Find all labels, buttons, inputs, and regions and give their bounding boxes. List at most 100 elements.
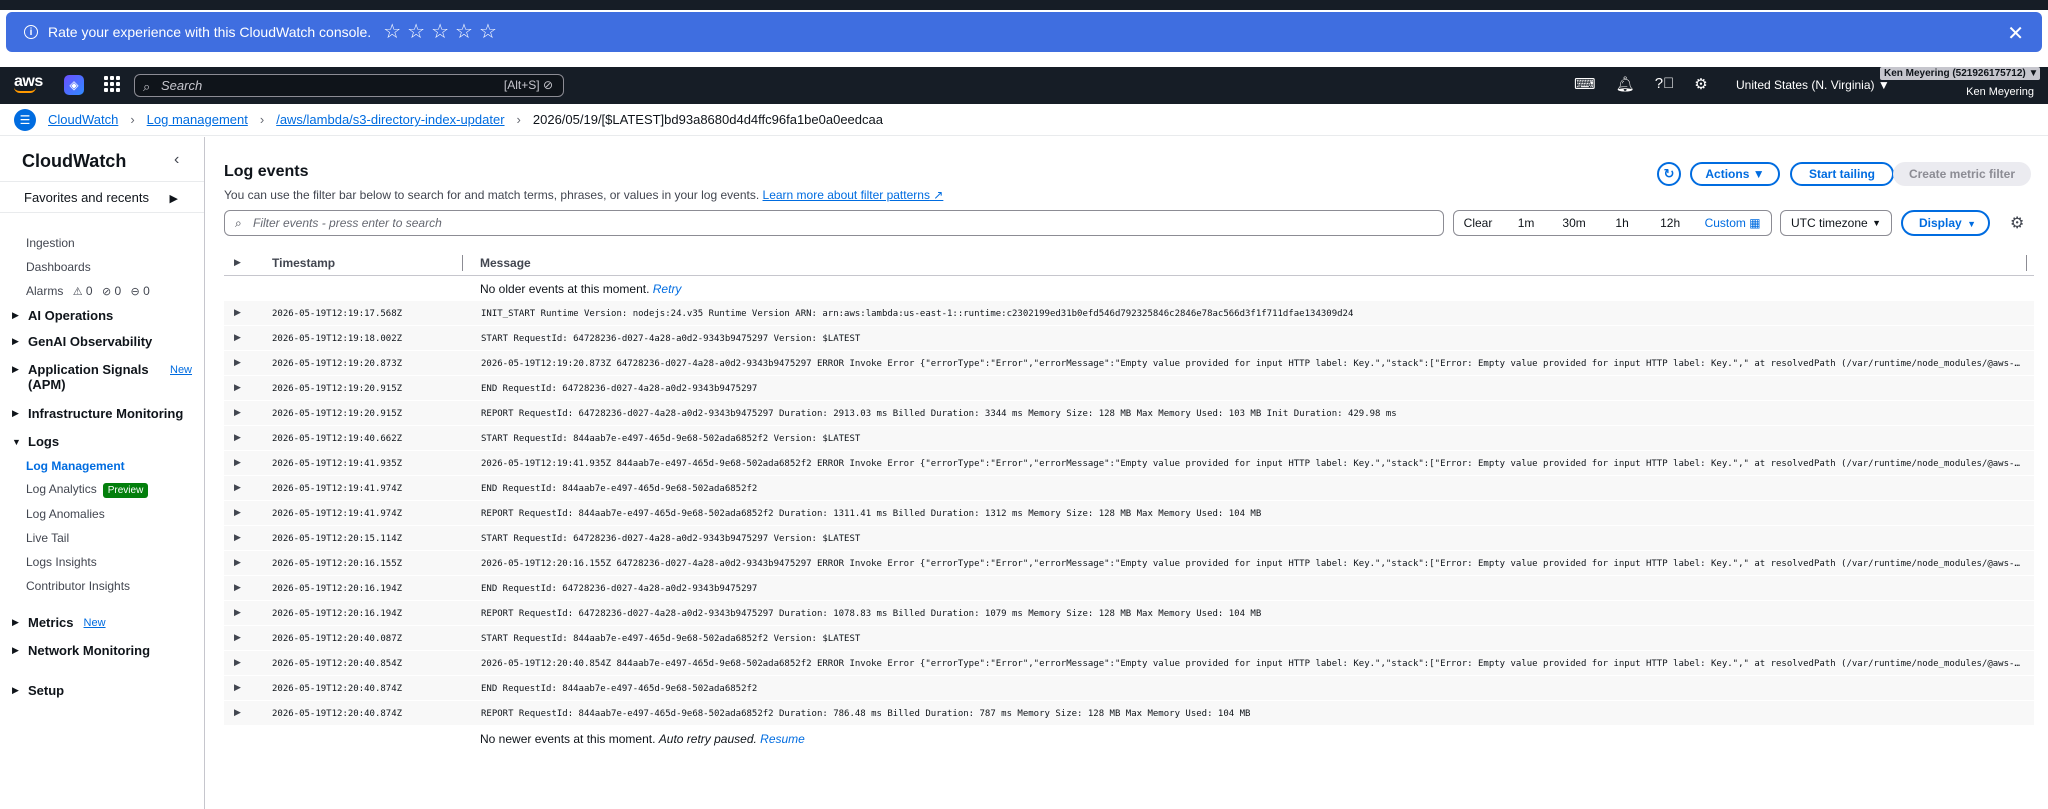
expand-all-icon[interactable]: ▶	[234, 257, 241, 268]
expand-row-icon[interactable]: ▶	[234, 682, 241, 693]
time-1h[interactable]: 1h	[1598, 216, 1646, 230]
table-row[interactable]: ▶ 2026-05-19T12:19:20.873Z 2026-05-19T12:1…	[224, 351, 2034, 376]
help-icon[interactable]: ?⃝	[1655, 75, 1675, 93]
expand-row-icon[interactable]: ▶	[234, 707, 241, 718]
user-name[interactable]: Ken Meyering	[1966, 86, 2034, 98]
table-row[interactable]: ▶ 2026-05-19T12:19:17.568Z INIT_START Runt…	[224, 301, 2034, 326]
menu-icon[interactable]: ☰	[14, 108, 36, 131]
collapse-icon[interactable]: ‹	[174, 151, 179, 169]
table-row[interactable]: ▶ 2026-05-19T12:20:40.087Z START RequestId…	[224, 626, 2034, 651]
expand-row-icon[interactable]: ▶	[234, 307, 241, 318]
column-resizer[interactable]	[2026, 255, 2027, 271]
gear-icon[interactable]: ⚙	[1694, 75, 1707, 93]
sidebar-section-infra[interactable]: ▶ Infrastructure Monitoring	[12, 406, 183, 421]
sidebar-item-contributor[interactable]: Contributor Insights	[26, 579, 130, 593]
sidebar-item-log-management[interactable]: Log Management	[26, 459, 125, 473]
star-icon[interactable]: ☆	[383, 22, 401, 42]
time-12h[interactable]: 12h	[1646, 216, 1694, 230]
breadcrumb-cloudwatch[interactable]: CloudWatch	[48, 112, 118, 127]
breadcrumb-log-group[interactable]: /aws/lambda/s3-directory-index-updater	[276, 112, 504, 127]
expand-row-icon[interactable]: ▶	[234, 432, 241, 443]
aws-logo[interactable]: aws	[14, 73, 43, 93]
gear-icon[interactable]: ⚙	[2010, 213, 2024, 233]
timezone-select[interactable]: UTC timezone ▼	[1780, 210, 1892, 236]
cloudshell-icon[interactable]: ⌨	[1574, 75, 1596, 93]
sidebar-item-log-anomalies[interactable]: Log Anomalies	[26, 507, 105, 521]
sidebar-section-logs[interactable]: ▼ Logs	[12, 434, 59, 449]
region-selector[interactable]: United States (N. Virginia) ▼	[1736, 78, 1890, 92]
start-tailing-button[interactable]: Start tailing	[1790, 162, 1894, 186]
global-search-input[interactable]: ⌕ Search [Alt+S] ⊘	[134, 74, 564, 97]
create-metric-filter-button[interactable]: Create metric filter	[1893, 162, 2031, 186]
expand-row-icon[interactable]: ▶	[234, 332, 241, 343]
sidebar-item-alarms[interactable]: Alarms ⚠ 0 ⊘ 0 ⊖ 0	[26, 284, 150, 298]
table-row[interactable]: ▶ 2026-05-19T12:20:16.194Z REPORT RequestI…	[224, 601, 2034, 626]
services-grid-icon[interactable]	[104, 76, 120, 92]
table-row[interactable]: ▶ 2026-05-19T12:19:20.915Z END RequestId: …	[224, 376, 2034, 401]
sidebar-favorites[interactable]: Favorites and recents ▶	[0, 181, 204, 213]
table-row[interactable]: ▶ 2026-05-19T12:19:41.974Z END RequestId: …	[224, 476, 2034, 501]
sidebar-item-live-tail[interactable]: Live Tail	[26, 531, 69, 545]
expand-row-icon[interactable]: ▶	[234, 507, 241, 518]
page-title: Log events	[224, 163, 309, 180]
sidebar-item-ingestion[interactable]: Ingestion	[26, 236, 75, 250]
star-icon[interactable]: ☆	[407, 22, 425, 42]
actions-button[interactable]: Actions ▼	[1690, 162, 1780, 186]
sidebar-item-logs-insights[interactable]: Logs Insights	[26, 555, 97, 569]
column-timestamp[interactable]: Timestamp	[272, 256, 335, 270]
resume-link[interactable]: Resume	[760, 732, 805, 746]
breadcrumb-log-management[interactable]: Log management	[147, 112, 248, 127]
learn-more-link[interactable]: Learn more about filter patterns ↗	[763, 188, 944, 202]
display-button[interactable]: Display ▼	[1901, 210, 1990, 236]
retry-link[interactable]: Retry	[653, 282, 682, 296]
expand-row-icon[interactable]: ▶	[234, 632, 241, 643]
filter-events-input[interactable]: ⌕ Filter events - press enter to search	[224, 210, 1444, 236]
expand-row-icon[interactable]: ▶	[234, 407, 241, 418]
sidebar-section-app-signals[interactable]: ▶ Application Signals (APM) New	[12, 362, 192, 392]
amazon-q-icon[interactable]: ◈	[64, 75, 84, 95]
column-message[interactable]: Message	[480, 256, 531, 270]
new-badge[interactable]: New	[170, 364, 192, 376]
row-timestamp: 2026-05-19T12:19:20.915Z	[272, 384, 403, 394]
sidebar-section-setup[interactable]: ▶ Setup	[12, 683, 64, 698]
column-resizer[interactable]	[462, 255, 463, 271]
table-row[interactable]: ▶ 2026-05-19T12:20:15.114Z START RequestId…	[224, 526, 2034, 551]
bell-icon[interactable]: 🔔︎	[1616, 75, 1635, 93]
close-icon[interactable]: ✕	[2007, 21, 2024, 46]
table-row[interactable]: ▶ 2026-05-19T12:19:41.974Z REPORT RequestI…	[224, 501, 2034, 526]
expand-row-icon[interactable]: ▶	[234, 557, 241, 568]
time-clear[interactable]: Clear	[1454, 216, 1502, 230]
table-row[interactable]: ▶ 2026-05-19T12:19:40.662Z START RequestId…	[224, 426, 2034, 451]
table-row[interactable]: ▶ 2026-05-19T12:20:16.155Z 2026-05-19T12:2…	[224, 551, 2034, 576]
sidebar-section-network[interactable]: ▶ Network Monitoring	[12, 643, 150, 658]
sidebar-item-log-analytics[interactable]: Log Analytics Preview	[26, 482, 149, 498]
table-row[interactable]: ▶ 2026-05-19T12:20:16.194Z END RequestId: …	[224, 576, 2034, 601]
refresh-button[interactable]: ↻	[1657, 162, 1681, 186]
table-row[interactable]: ▶ 2026-05-19T12:19:20.915Z REPORT RequestI…	[224, 401, 2034, 426]
sidebar-item-dashboards[interactable]: Dashboards	[26, 260, 91, 274]
table-row[interactable]: ▶ 2026-05-19T12:20:40.854Z 2026-05-19T12:2…	[224, 651, 2034, 676]
expand-row-icon[interactable]: ▶	[234, 382, 241, 393]
sidebar-section-ai-operations[interactable]: ▶ AI Operations	[12, 308, 113, 323]
table-row[interactable]: ▶ 2026-05-19T12:19:18.002Z START RequestId…	[224, 326, 2034, 351]
table-row[interactable]: ▶ 2026-05-19T12:20:40.874Z END RequestId: …	[224, 676, 2034, 701]
table-row[interactable]: ▶ 2026-05-19T12:20:40.874Z REPORT RequestI…	[224, 701, 2034, 726]
star-icon[interactable]: ☆	[431, 22, 449, 42]
expand-row-icon[interactable]: ▶	[234, 657, 241, 668]
expand-row-icon[interactable]: ▶	[234, 457, 241, 468]
expand-row-icon[interactable]: ▶	[234, 582, 241, 593]
time-30m[interactable]: 30m	[1550, 216, 1598, 230]
sidebar-section-genai[interactable]: ▶ GenAI Observability	[12, 334, 152, 349]
expand-row-icon[interactable]: ▶	[234, 532, 241, 543]
new-badge[interactable]: New	[84, 617, 106, 629]
time-custom[interactable]: Custom ▦	[1694, 216, 1771, 230]
star-icon[interactable]: ☆	[479, 22, 497, 42]
table-row[interactable]: ▶ 2026-05-19T12:19:41.935Z 2026-05-19T12:1…	[224, 451, 2034, 476]
sidebar-section-metrics[interactable]: ▶ Metrics New	[12, 615, 106, 630]
expand-row-icon[interactable]: ▶	[234, 357, 241, 368]
expand-row-icon[interactable]: ▶	[234, 482, 241, 493]
time-1m[interactable]: 1m	[1502, 216, 1550, 230]
expand-row-icon[interactable]: ▶	[234, 607, 241, 618]
star-icon[interactable]: ☆	[455, 22, 473, 42]
account-menu[interactable]: Ken Meyering (521926175712) ▼	[1880, 67, 2040, 80]
